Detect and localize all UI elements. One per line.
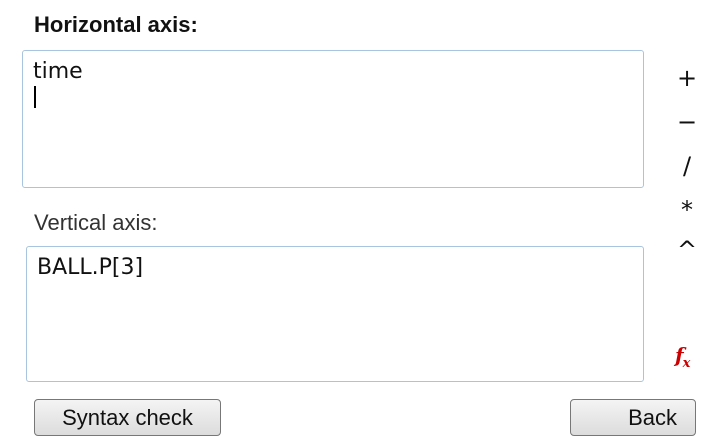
divide-operator-button[interactable]: /	[672, 154, 702, 178]
plus-operator-button[interactable]: +	[672, 66, 702, 90]
syntax-check-button[interactable]: Syntax check	[34, 399, 221, 436]
function-icon-x: x	[682, 356, 691, 371]
multiply-operator-button[interactable]: *	[672, 198, 702, 222]
back-button[interactable]: Back	[570, 399, 696, 436]
function-icon[interactable]: fx	[675, 343, 690, 371]
power-operator-button[interactable]: ^	[672, 238, 702, 262]
horizontal-axis-value: time	[33, 59, 83, 84]
minus-operator-button[interactable]: −	[672, 110, 702, 134]
vertical-axis-value: BALL.P[3]	[37, 255, 144, 280]
horizontal-axis-label: Horizontal axis:	[34, 12, 198, 37]
text-cursor	[34, 86, 36, 108]
vertical-axis-label: Vertical axis:	[34, 210, 158, 235]
vertical-axis-field[interactable]: BALL.P[3]	[26, 246, 644, 382]
axis-settings-panel: Horizontal axis: time Vertical axis: BAL…	[0, 0, 710, 439]
horizontal-axis-field[interactable]: time	[22, 50, 644, 188]
